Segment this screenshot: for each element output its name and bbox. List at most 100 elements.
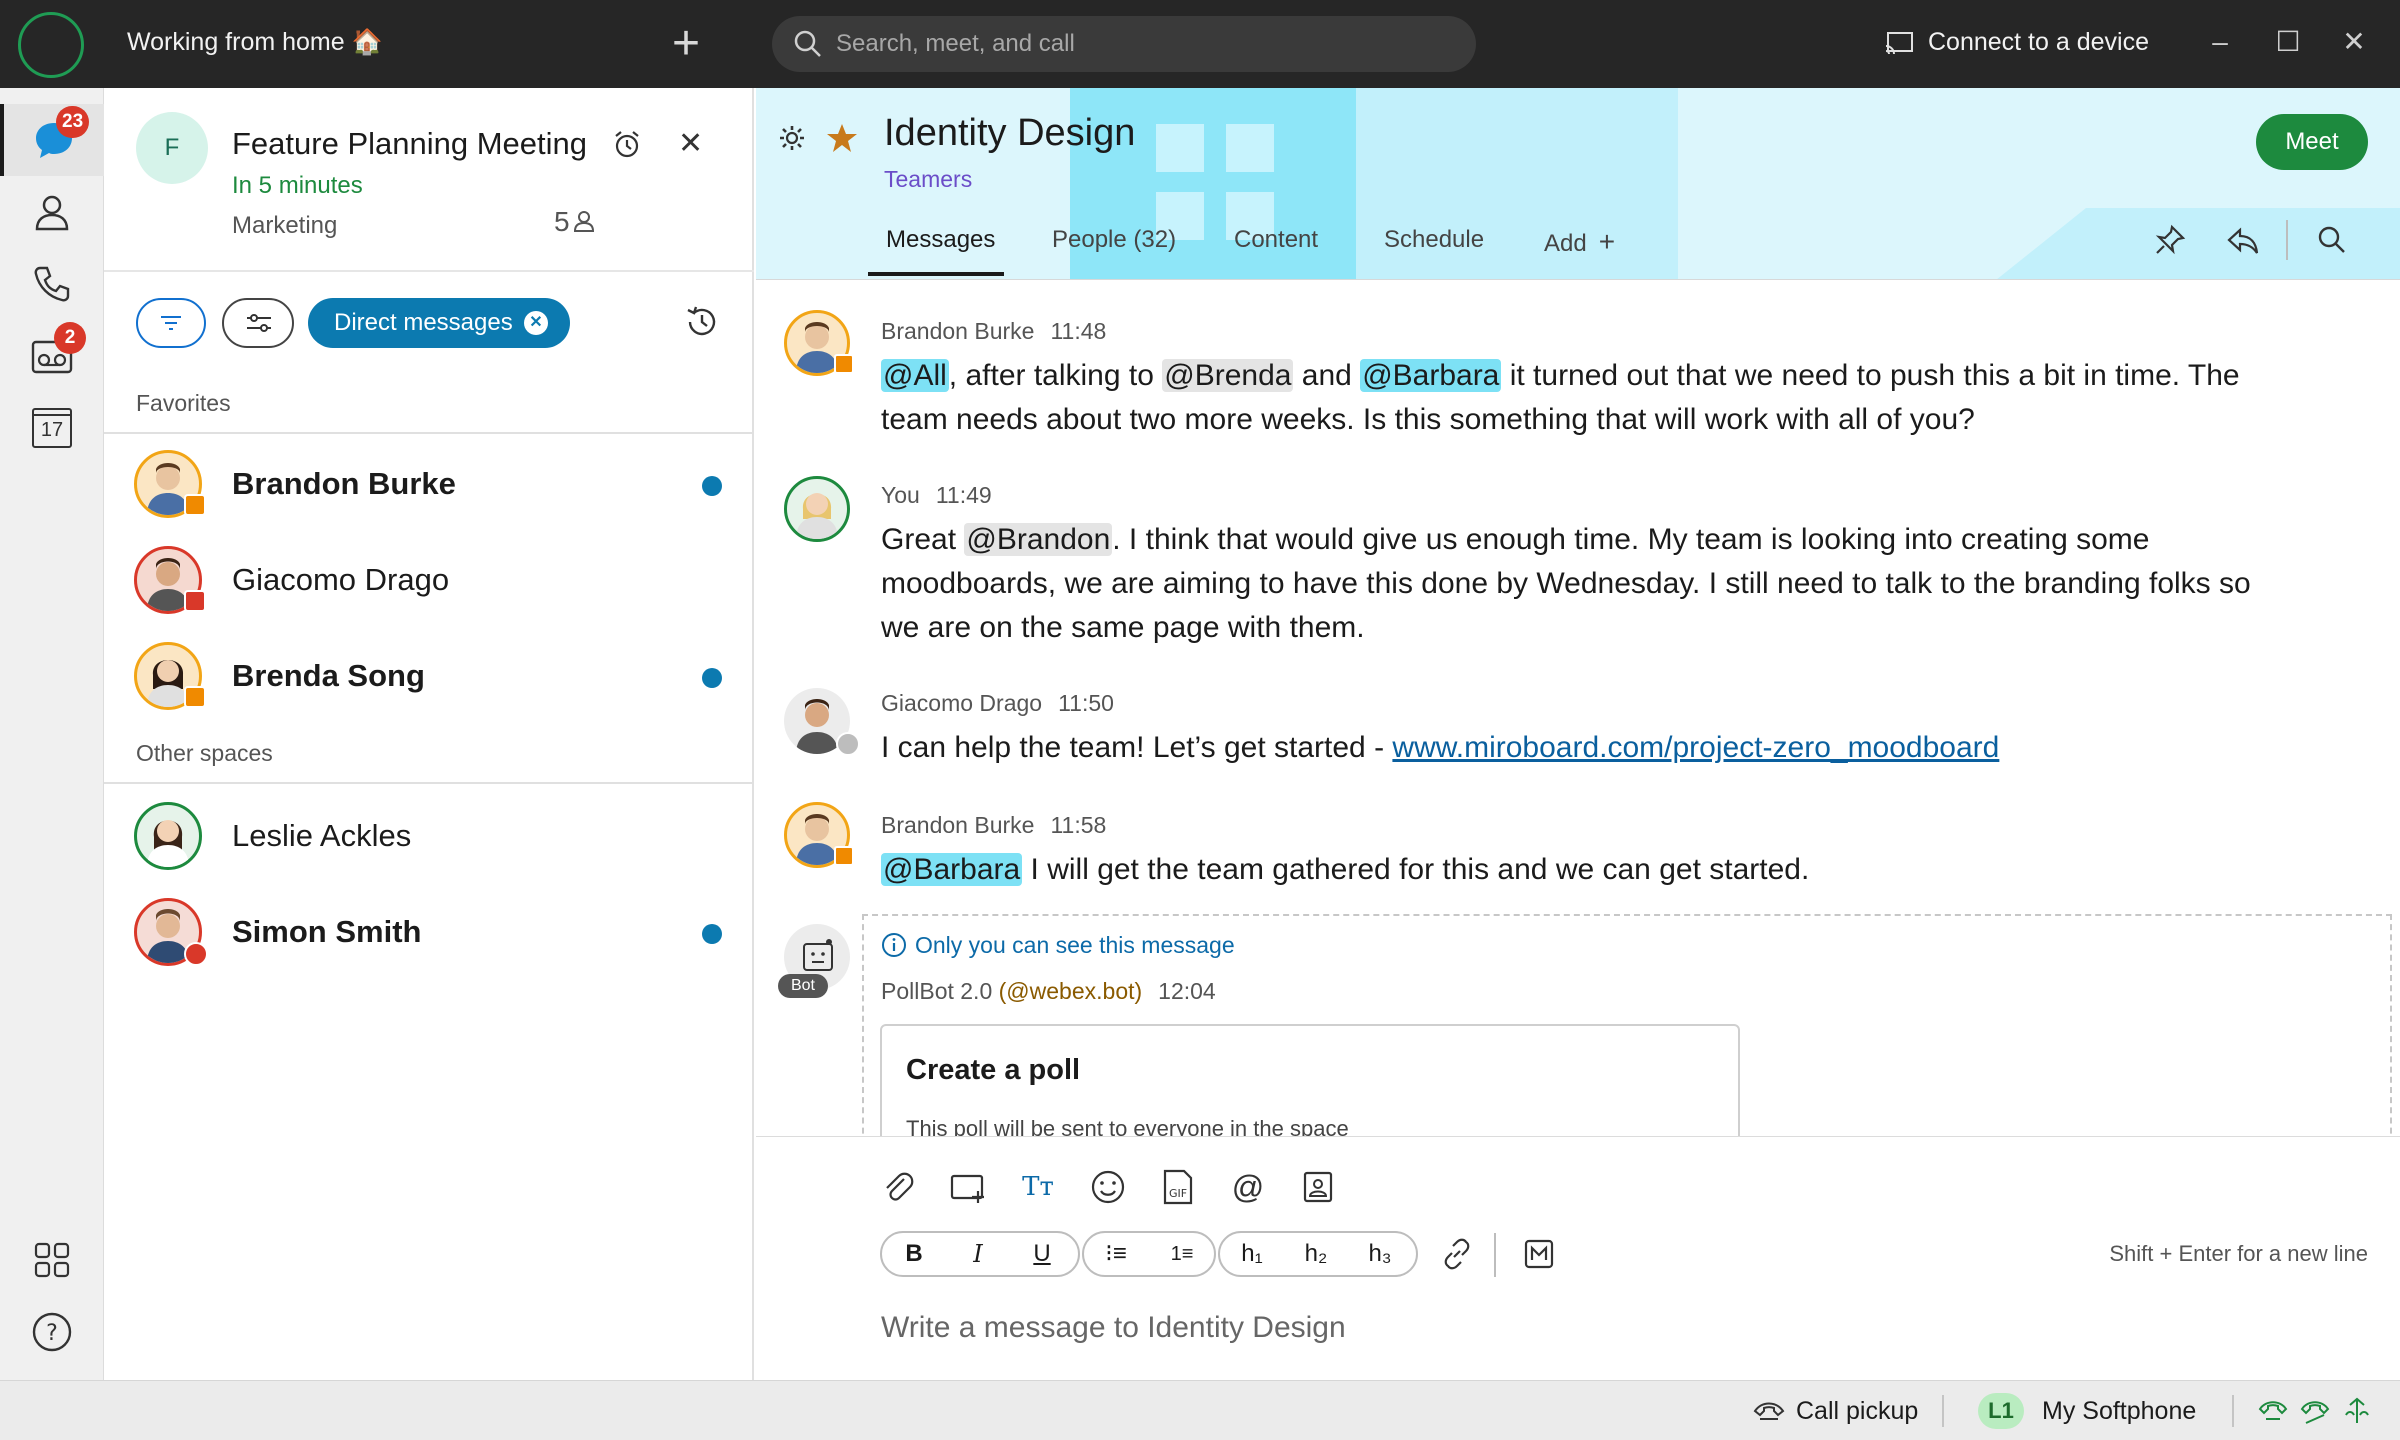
camera-status-icon bbox=[184, 686, 206, 708]
tab-add[interactable]: Add + bbox=[1544, 226, 1615, 258]
call-forward-icon[interactable] bbox=[2300, 1397, 2330, 1425]
favorite-star-icon[interactable] bbox=[826, 122, 858, 154]
nav-apps[interactable] bbox=[0, 1224, 104, 1296]
heading-1-button[interactable]: h₁ bbox=[1220, 1233, 1284, 1275]
svg-text:GIF: GIF bbox=[1169, 1187, 1187, 1200]
message-link[interactable]: www.miroboard.com/project-zero_moodboard bbox=[1392, 731, 1999, 764]
poll-card[interactable]: Create a poll This poll will be sent to … bbox=[880, 1024, 1740, 1136]
text-format-icon[interactable]: Tт bbox=[1018, 1167, 1058, 1207]
meet-button[interactable]: Meet bbox=[2256, 114, 2368, 170]
mention-barbara[interactable]: @Barbara bbox=[881, 853, 1023, 886]
space-item-giacomo-drago[interactable]: Giacomo Drago bbox=[104, 532, 754, 628]
call-pickup-button[interactable]: Call pickup bbox=[1796, 1397, 1918, 1426]
search-space-icon[interactable] bbox=[2316, 224, 2348, 256]
mention-all[interactable]: @All bbox=[881, 359, 949, 392]
tab-messages[interactable]: Messages bbox=[886, 226, 995, 254]
space-item-brenda-song[interactable]: Brenda Song bbox=[104, 628, 754, 724]
upcoming-meeting-card[interactable]: F Feature Planning Meeting In 5 minutes … bbox=[104, 88, 754, 272]
threads-icon[interactable] bbox=[2226, 224, 2260, 256]
numbered-list-button[interactable]: 1≡ bbox=[1150, 1233, 1214, 1275]
space-item-leslie-ackles[interactable]: Leslie Ackles bbox=[104, 788, 754, 884]
private-notice: Only you can see this message bbox=[881, 932, 1235, 959]
mention-barbara[interactable]: @Barbara bbox=[1360, 359, 1502, 392]
clear-filter-icon[interactable]: ✕ bbox=[524, 311, 548, 335]
italic-button[interactable]: I bbox=[946, 1233, 1010, 1275]
info-icon bbox=[882, 933, 906, 957]
space-item-brandon-burke[interactable]: Brandon Burke bbox=[104, 436, 754, 532]
spaces-panel: F Feature Planning Meeting In 5 minutes … bbox=[104, 88, 754, 1380]
contact-card-icon[interactable] bbox=[1298, 1167, 1338, 1207]
meeting-start-time: In 5 minutes bbox=[232, 172, 363, 199]
nav-calendar[interactable]: 17 bbox=[0, 392, 104, 464]
away-status-icon bbox=[836, 732, 860, 756]
close-window-icon[interactable]: ✕ bbox=[2334, 22, 2374, 62]
line-badge: L1 bbox=[1978, 1393, 2024, 1429]
gif-icon[interactable]: GIF bbox=[1158, 1167, 1198, 1207]
bold-button[interactable]: B bbox=[882, 1233, 946, 1275]
maximize-icon[interactable]: ☐ bbox=[2268, 22, 2308, 62]
phone-status-icon[interactable] bbox=[2258, 1397, 2288, 1425]
search-bar[interactable]: Search, meet, and call bbox=[772, 16, 1476, 72]
other-spaces-heading: Other spaces bbox=[136, 740, 273, 766]
tab-content[interactable]: Content bbox=[1234, 226, 1318, 254]
emoji-icon[interactable] bbox=[1088, 1167, 1128, 1207]
mention-brandon[interactable]: @Brandon bbox=[964, 523, 1113, 556]
nav-contacts[interactable] bbox=[0, 176, 104, 248]
screenshot-icon[interactable] bbox=[948, 1167, 988, 1207]
message-body: I can help the team! Let’s get started -… bbox=[881, 726, 2281, 770]
filter-settings-button[interactable] bbox=[222, 298, 294, 348]
message-text: Great bbox=[881, 523, 965, 556]
network-status-icon[interactable] bbox=[2342, 1395, 2372, 1427]
link-icon[interactable] bbox=[1440, 1237, 1474, 1271]
space-item-simon-smith[interactable]: Simon Smith bbox=[104, 884, 754, 980]
history-icon[interactable] bbox=[684, 304, 720, 340]
meeting-title[interactable]: Feature Planning Meeting bbox=[232, 126, 587, 162]
text-style-group: B I U bbox=[880, 1231, 1080, 1277]
poll-card-title: Create a poll bbox=[906, 1054, 1081, 1086]
dismiss-meeting-icon[interactable]: ✕ bbox=[678, 126, 703, 161]
connect-device-button[interactable]: Connect to a device bbox=[1928, 28, 2149, 57]
message-text: , after talking to bbox=[948, 359, 1163, 392]
status-message[interactable]: Working from home 🏠 bbox=[127, 28, 383, 57]
divider bbox=[104, 432, 754, 434]
bot-handle: (@webex.bot) bbox=[998, 978, 1143, 1004]
heading-2-button[interactable]: h₂ bbox=[1284, 1233, 1348, 1275]
direct-messages-label: Direct messages bbox=[334, 309, 513, 336]
heading-3-button[interactable]: h₃ bbox=[1348, 1233, 1412, 1275]
message-list[interactable]: Brandon Burke 11:48 @All, after talking t… bbox=[756, 280, 2400, 1136]
participants-icon bbox=[573, 211, 594, 232]
underline-button[interactable]: U bbox=[1010, 1233, 1074, 1275]
new-plus-icon[interactable]: + bbox=[672, 16, 700, 72]
settings-gear-icon[interactable] bbox=[778, 124, 806, 152]
tab-schedule[interactable]: Schedule bbox=[1384, 226, 1484, 254]
message-input[interactable]: Write a message to Identity Design bbox=[881, 1311, 1346, 1345]
favorites-heading: Favorites bbox=[136, 390, 231, 416]
search-input[interactable]: Search, meet, and call bbox=[836, 30, 1075, 58]
message-text: and bbox=[1293, 359, 1361, 392]
space-team-link[interactable]: Teamers bbox=[884, 166, 972, 193]
message-meta: Giacomo Drago 11:50 bbox=[881, 690, 1114, 717]
direct-messages-filter[interactable]: Direct messages ✕ bbox=[308, 298, 570, 348]
nav-help[interactable]: ? bbox=[0, 1296, 104, 1368]
mention-icon[interactable]: @ bbox=[1228, 1167, 1268, 1207]
minimize-icon[interactable]: – bbox=[2200, 22, 2240, 62]
alarm-snooze-icon[interactable] bbox=[612, 130, 642, 160]
add-plus-icon: + bbox=[1598, 226, 1616, 257]
nav-calling[interactable] bbox=[0, 248, 104, 320]
nav-voicemail[interactable]: 2 bbox=[0, 320, 104, 392]
user-avatar-status[interactable] bbox=[18, 12, 84, 78]
cast-device-icon[interactable] bbox=[1884, 30, 1914, 58]
mention-brenda[interactable]: @Brenda bbox=[1162, 359, 1294, 392]
tab-people[interactable]: People (32) bbox=[1052, 226, 1176, 254]
nav-messaging[interactable]: 23 bbox=[0, 104, 104, 176]
avatar[interactable] bbox=[784, 476, 850, 542]
svg-text:?: ? bbox=[46, 1321, 58, 1346]
pin-icon[interactable] bbox=[2154, 224, 2186, 256]
softphone-selector[interactable]: My Softphone bbox=[2042, 1397, 2196, 1426]
bullet-list-button[interactable]: ⁝≡ bbox=[1084, 1233, 1148, 1275]
filter-button[interactable] bbox=[136, 298, 206, 348]
attach-file-icon[interactable] bbox=[878, 1167, 918, 1207]
divider bbox=[1942, 1395, 1944, 1427]
newline-hint: Shift + Enter for a new line bbox=[2109, 1241, 2368, 1266]
markdown-icon[interactable] bbox=[1524, 1239, 1554, 1269]
